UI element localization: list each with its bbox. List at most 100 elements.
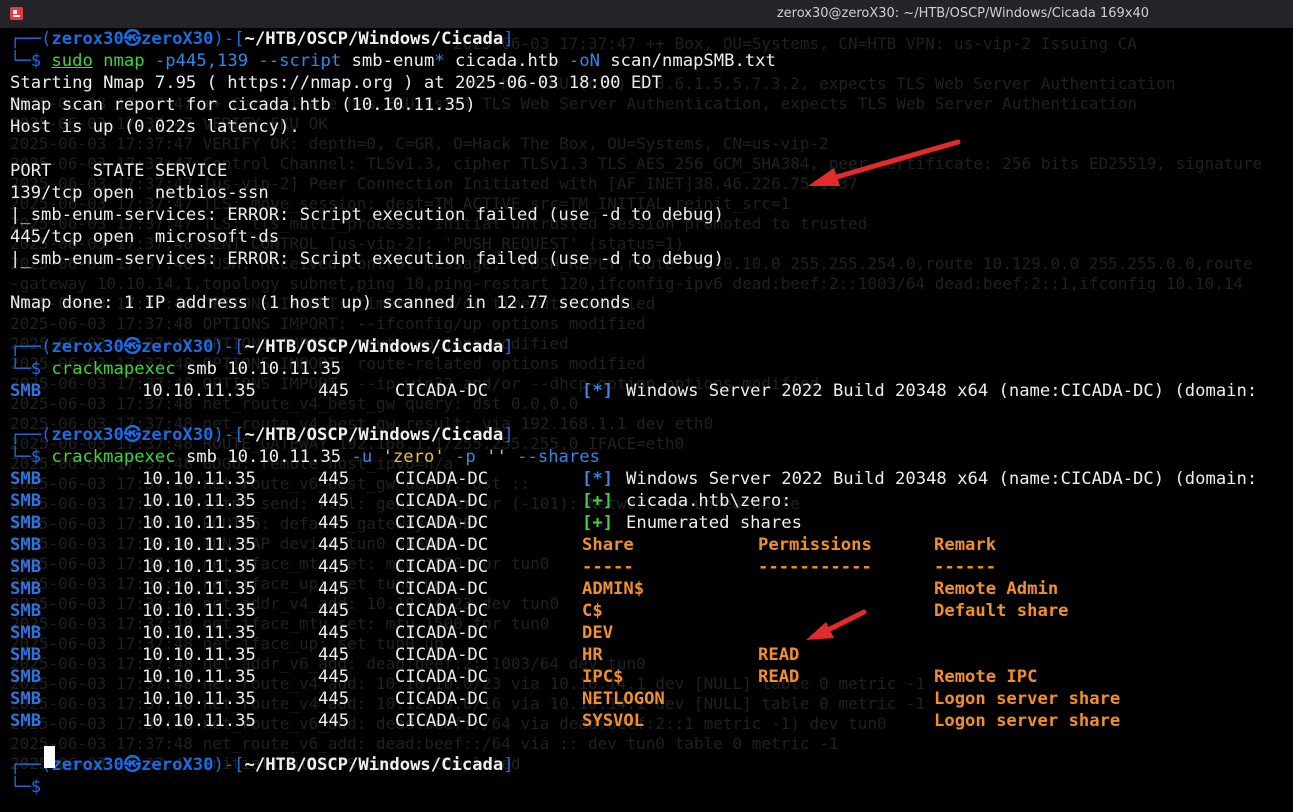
prompt-line: ┌──(zerox30㉿zeroX30)-[~/HTB/OSCP/Windows… (10, 424, 1293, 446)
command-line: └─$ sudo nmap -p445,139 --script smb-enu… (10, 50, 1293, 72)
cmd-option: -p (455, 447, 476, 467)
prompt-box: ] (503, 337, 514, 357)
prompt-input-marker: └─$ (10, 359, 42, 379)
port: 445 (318, 579, 350, 599)
port: 445 (318, 469, 350, 489)
ip-address: 10.10.11.35 (142, 579, 256, 599)
message: Enumerated shares (626, 513, 802, 533)
ip-address: 10.10.11.35 (142, 513, 256, 533)
port: 445 (318, 513, 350, 533)
hostname: CICADA-DC (395, 469, 489, 489)
smb-label: SMB (10, 711, 42, 731)
cmd-option: -u (351, 447, 373, 467)
output-text: |_smb-enum-services: ERROR: Script execu… (10, 205, 724, 225)
ip-address: 10.10.11.35 (142, 667, 256, 687)
ip-address: 10.10.11.35 (142, 491, 256, 511)
share-row: SMB 10.10.11.35 445 CICADA-DC DEV (10, 622, 1293, 644)
nmap-output-line: Starting Nmap 7.95 ( https://nmap.org ) … (10, 72, 1293, 94)
message: Windows Server 2022 Build 20348 x64 (nam… (626, 469, 1258, 489)
prompt-user: zerox30㉿zeroX30 (51, 425, 214, 445)
smb-label: SMB (10, 623, 42, 643)
prompt-user: zerox30㉿zeroX30 (51, 29, 214, 49)
ip-address: 10.10.11.35 (142, 469, 256, 489)
status-tag: [+] (582, 491, 614, 511)
message: cicada.htb\zero: (626, 491, 792, 511)
cmd-arg: smb-enum (351, 51, 435, 71)
shares-header-row: SMB 10.10.11.35 445 CICADA-DC Share Permissio… (10, 534, 1293, 556)
share-name: C$ (582, 601, 603, 621)
smb-label: SMB (10, 469, 42, 489)
share-remark: Logon server share (934, 689, 1121, 709)
cmd-option: --shares (517, 447, 600, 467)
smb-label: SMB (10, 667, 42, 687)
prompt-box: ] (503, 29, 514, 49)
share-name: DEV (582, 623, 614, 643)
cmd-args: smb 10.10.11.35 (175, 359, 342, 379)
divider: ----------- (758, 557, 872, 577)
ip-address: 10.10.11.35 (142, 623, 256, 643)
cmd-arg: cicada.htb (444, 51, 569, 71)
cmd-crackmapexec: crackmapexec (51, 447, 176, 467)
share-name: ADMIN$ (582, 579, 645, 599)
share-remark: Remote IPC (934, 667, 1038, 687)
nmap-output-line (10, 314, 1293, 336)
hostname: CICADA-DC (395, 645, 489, 665)
nmap-output-line: |_smb-enum-services: ERROR: Script execu… (10, 248, 1293, 270)
output-text: 139/tcp open netbios-ssn (10, 183, 269, 203)
share-remark: Remote Admin (934, 579, 1059, 599)
window-title: zerox30@zeroX30: ~/HTB/OSCP/Windows/Cica… (776, 6, 1149, 21)
share-remark: Default share (934, 601, 1069, 621)
output-text: Nmap scan report for cicada.htb (10.10.1… (10, 95, 476, 115)
prompt-line: ┌──(zerox30㉿zeroX30)-[~/HTB/OSCP/Windows… (10, 336, 1293, 358)
cmd-glob: * (434, 51, 445, 71)
prompt-box: )-[ (213, 425, 245, 445)
hostname: CICADA-DC (395, 667, 489, 687)
message: Windows Server 2022 Build 20348 x64 (nam… (626, 381, 1258, 401)
hostname: CICADA-DC (395, 711, 489, 731)
share-row: SMB 10.10.11.35 445 CICADA-DC C$ Default shar… (10, 600, 1293, 622)
perm-col-header: Permissions (758, 535, 872, 555)
cmd-crackmapexec: crackmapexec (51, 359, 176, 379)
port: 445 (318, 667, 350, 687)
cmd-string: '' (486, 447, 507, 467)
hostname: CICADA-DC (395, 689, 489, 709)
port: 445 (318, 623, 350, 643)
nmap-output-line: 139/tcp open netbios-ssn (10, 182, 1293, 204)
terminal-output[interactable]: ┌──(zerox30㉿zeroX30)-[~/HTB/OSCP/Windows… (10, 28, 1293, 812)
nmap-output-line: PORT STATE SERVICE (10, 160, 1293, 182)
smb-label: SMB (10, 491, 42, 511)
ip-address: 10.10.11.35 (142, 601, 256, 621)
ip-address: 10.10.11.35 (142, 645, 256, 665)
prompt-path: ~/HTB/OSCP/Windows/Cicada (244, 425, 504, 445)
share-permission: READ (758, 667, 800, 687)
command-line: └─$ (10, 776, 1293, 798)
hostname: CICADA-DC (395, 491, 489, 511)
smb-label: SMB (10, 513, 42, 533)
prompt-box: ] (503, 425, 514, 445)
prompt-user: zerox30㉿zeroX30 (51, 755, 214, 775)
prompt-input-marker: └─$ (10, 447, 42, 467)
shares-divider-row: SMB 10.10.11.35 445 CICADA-DC ----- ---------… (10, 556, 1293, 578)
smb-label: SMB (10, 557, 42, 577)
prompt-box: )-[ (213, 755, 245, 775)
ip-address: 10.10.11.35 (142, 711, 256, 731)
output-text: Starting Nmap 7.95 ( https://nmap.org ) … (10, 73, 662, 93)
cmd-nmap: nmap (103, 51, 145, 71)
ip-address: 10.10.11.35 (142, 557, 256, 577)
divider: ----- (582, 557, 634, 577)
nmap-output-line: 445/tcp open microsoft-ds (10, 226, 1293, 248)
prompt-box: ] (503, 755, 514, 775)
prompt-box: ┌──( (10, 337, 52, 357)
share-col-header: Share (582, 535, 634, 555)
nmap-output-line: |_smb-enum-services: ERROR: Script execu… (10, 204, 1293, 226)
ip-address: 10.10.11.35 (142, 381, 256, 401)
output-text: Host is up (0.022s latency). (10, 117, 300, 137)
port: 445 (318, 381, 350, 401)
share-name: IPC$ (582, 667, 624, 687)
